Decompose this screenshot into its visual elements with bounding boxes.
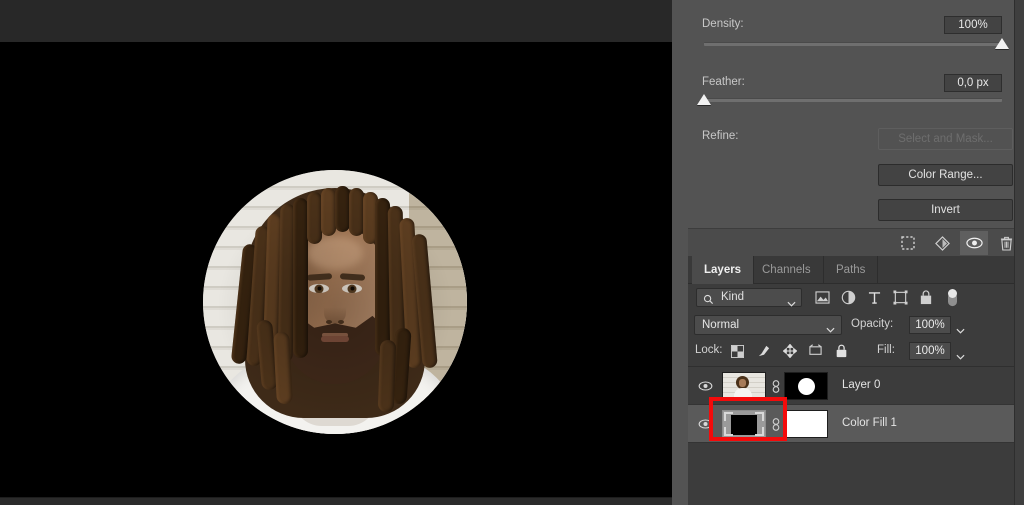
feather-label: Feather: bbox=[702, 76, 745, 88]
layer-visibility-toggle[interactable] bbox=[692, 405, 718, 443]
density-slider-track[interactable] bbox=[704, 42, 1002, 46]
filter-type-layers-icon[interactable] bbox=[864, 288, 884, 307]
opacity-label: Opacity: bbox=[851, 318, 893, 330]
feather-slider-thumb[interactable] bbox=[697, 94, 711, 105]
lock-all-icon[interactable] bbox=[832, 342, 851, 360]
layer-mask-link-icon[interactable] bbox=[770, 379, 782, 393]
layer-mask-thumbnail[interactable] bbox=[784, 410, 828, 438]
filter-adjustment-layers-icon[interactable] bbox=[838, 288, 858, 307]
opacity-field[interactable]: 100% bbox=[909, 316, 951, 334]
layer-kind-select[interactable]: Kind bbox=[696, 288, 802, 307]
canvas-right-gutter bbox=[672, 0, 688, 505]
layers-list: Layer 0 bbox=[688, 366, 1014, 505]
lock-row: Lock: bbox=[688, 338, 1014, 364]
circular-masked-portrait bbox=[203, 170, 467, 434]
invert-button[interactable]: Invert bbox=[878, 199, 1013, 221]
layer-visibility-toggle[interactable] bbox=[692, 367, 718, 405]
canvas-surround-bottom bbox=[0, 497, 672, 505]
fill-chevron-down-icon[interactable] bbox=[956, 347, 965, 365]
density-label: Density: bbox=[702, 18, 744, 30]
feather-slider-track[interactable] bbox=[704, 98, 1002, 102]
canvas-surround-top bbox=[0, 0, 672, 42]
panel-right-edge bbox=[1014, 0, 1024, 505]
search-icon bbox=[703, 292, 714, 310]
layer-mask-thumbnail[interactable] bbox=[784, 372, 828, 400]
mask-circle-shape bbox=[798, 378, 815, 395]
filter-shape-layers-icon[interactable] bbox=[890, 288, 910, 307]
layer-thumbnail[interactable] bbox=[722, 410, 766, 438]
filter-pixel-layers-icon[interactable] bbox=[812, 288, 832, 307]
properties-panel-footer bbox=[688, 228, 1014, 256]
document-canvas[interactable] bbox=[0, 42, 672, 497]
table-row[interactable]: Color Fill 1 bbox=[688, 405, 1014, 443]
fill-label: Fill: bbox=[877, 344, 895, 356]
tab-layers[interactable]: Layers bbox=[692, 256, 754, 284]
layer-filter-row: Kind bbox=[688, 284, 1014, 312]
layer-name: Color Fill 1 bbox=[842, 417, 897, 429]
layer-mask-link-icon[interactable] bbox=[770, 417, 782, 431]
tab-channels[interactable]: Channels bbox=[750, 256, 824, 284]
fill-field[interactable]: 100% bbox=[909, 342, 951, 360]
filter-smart-object-layers-icon[interactable] bbox=[916, 288, 936, 307]
apply-mask-icon[interactable] bbox=[928, 231, 956, 255]
chevron-down-icon bbox=[787, 294, 796, 312]
layer-thumbnail[interactable] bbox=[722, 372, 766, 400]
table-row[interactable]: Layer 0 bbox=[688, 367, 1014, 405]
layer-name: Layer 0 bbox=[842, 379, 880, 391]
density-slider-thumb[interactable] bbox=[995, 38, 1009, 49]
lock-artboard-nesting-icon[interactable] bbox=[806, 342, 825, 360]
panel-tabs: Layers Channels Paths bbox=[688, 256, 1014, 284]
density-value-field[interactable]: 100% bbox=[944, 16, 1002, 34]
lock-position-icon[interactable] bbox=[780, 342, 799, 360]
lock-image-pixels-icon[interactable] bbox=[754, 342, 773, 360]
layers-panel: Layers Channels Paths Kind bbox=[688, 256, 1014, 505]
portrait-vignette bbox=[203, 170, 467, 434]
filter-toggle-icon[interactable] bbox=[942, 288, 962, 307]
right-panel-dock: Density: 100% Feather: 0,0 px Refine: Se… bbox=[688, 0, 1024, 505]
photoshop-window: Density: 100% Feather: 0,0 px Refine: Se… bbox=[0, 0, 1024, 505]
properties-panel: Density: 100% Feather: 0,0 px Refine: Se… bbox=[688, 0, 1014, 256]
toggle-mask-visibility-icon[interactable] bbox=[960, 231, 988, 255]
canvas-area bbox=[0, 0, 688, 505]
color-range-button[interactable]: Color Range... bbox=[878, 164, 1013, 186]
chevron-down-icon bbox=[826, 321, 835, 339]
select-and-mask-button[interactable]: Select and Mask... bbox=[878, 128, 1013, 150]
tab-paths[interactable]: Paths bbox=[824, 256, 878, 284]
lock-transparent-pixels-icon[interactable] bbox=[728, 342, 747, 360]
feather-value-field[interactable]: 0,0 px bbox=[944, 74, 1002, 92]
blend-mode-value: Normal bbox=[702, 319, 739, 331]
blend-mode-select[interactable]: Normal bbox=[694, 315, 842, 335]
blend-mode-row: Normal Opacity: 100% bbox=[688, 312, 1014, 338]
color-fill-swatch bbox=[731, 415, 757, 435]
opacity-chevron-down-icon[interactable] bbox=[956, 321, 965, 339]
refine-label: Refine: bbox=[702, 130, 738, 142]
lock-label: Lock: bbox=[695, 344, 723, 356]
layer-kind-label: Kind bbox=[721, 291, 744, 303]
load-selection-from-mask-icon[interactable] bbox=[894, 231, 922, 255]
